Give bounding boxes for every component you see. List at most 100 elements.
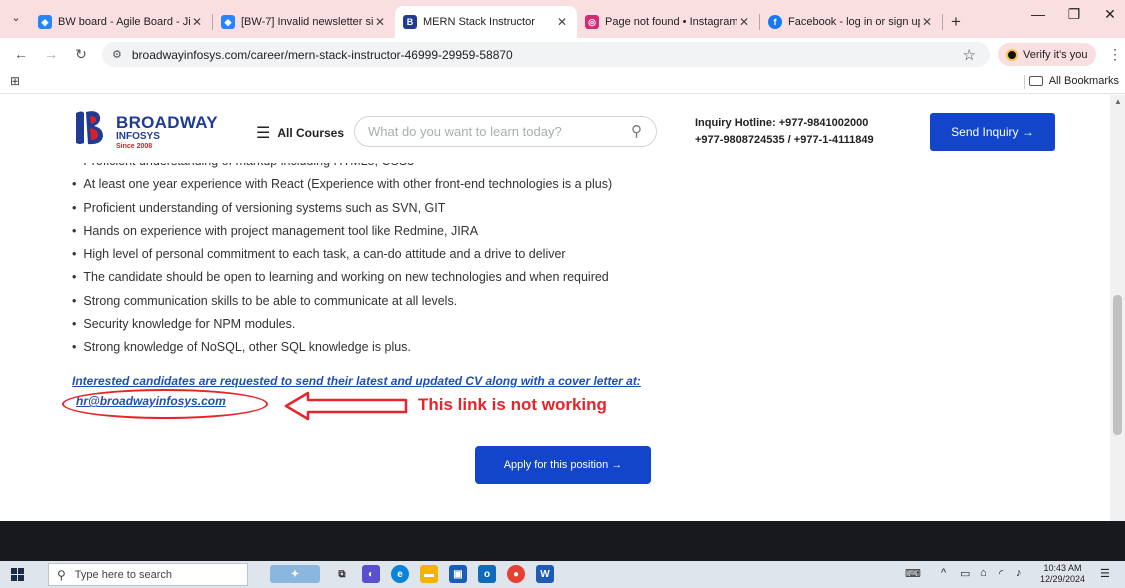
outlook-icon[interactable]: o [478, 565, 496, 583]
logo-line-broadway: BROADWAY [116, 113, 218, 132]
forward-arrow-icon[interactable]: → [40, 46, 62, 62]
back-arrow-icon[interactable]: ← [10, 46, 32, 62]
meet-now-icon[interactable]: ⌂ [980, 567, 987, 579]
close-tab-icon[interactable]: ✕ [555, 15, 569, 29]
broadway-favicon-icon: B [403, 15, 417, 29]
close-window-button[interactable]: ✕ [1092, 6, 1125, 23]
close-tab-icon[interactable]: ✕ [190, 15, 204, 29]
job-description-content: Proficient understanding of markup inclu… [0, 163, 1110, 521]
send-inquiry-button[interactable]: Send Inquiry → [930, 113, 1055, 151]
address-bar[interactable]: ⚙ broadwayinfosys.com/career/mern-stack-… [102, 42, 990, 67]
tab-title: Page not found • Instagram [605, 16, 737, 28]
tab-facebook[interactable]: f Facebook - log in or sign up ✕ [760, 6, 942, 38]
browser-tab-strip: ⌄ ◆ BW board - Agile Board - Jir ✕ ◆ [BW… [0, 0, 1125, 38]
taskbar-search-input[interactable]: ⚲ Type here to search [48, 563, 248, 586]
search-placeholder: What do you want to learn today? [368, 124, 562, 139]
browser-toolbar: ← → ↻ ⚙ broadwayinfosys.com/career/mern-… [0, 38, 1125, 70]
apply-position-button[interactable]: Apply for this position → [475, 446, 651, 484]
apps-grid-icon[interactable]: ⊞ [10, 74, 20, 88]
copilot-icon[interactable]: ◐ [362, 565, 380, 583]
restore-button[interactable]: ❐ [1056, 6, 1092, 23]
tab-title: BW board - Agile Board - Jir [58, 16, 190, 28]
broadway-logo-icon[interactable] [72, 107, 110, 147]
all-bookmarks-button[interactable]: All Bookmarks [1028, 75, 1119, 87]
hotline-line-1: Inquiry Hotline: +977-9841002000 [695, 117, 869, 129]
annotation-text: This link is not working [418, 395, 607, 414]
list-item: High level of personal commitment to eac… [72, 243, 612, 266]
clock-date: 12/29/2024 [1040, 574, 1086, 584]
tab-title: Facebook - log in or sign up [788, 16, 920, 28]
site-info-icon[interactable]: ⚙ [112, 48, 122, 61]
taskbar-search-placeholder: Type here to search [74, 568, 173, 581]
course-search-input[interactable]: What do you want to learn today? ⚲ [354, 116, 657, 147]
tab-mern-stack-instructor[interactable]: B MERN Stack Instructor ✕ [395, 6, 577, 38]
logo-line-since: Since 2008 [116, 143, 153, 150]
bookmarks-bar: ⊞ All Bookmarks [0, 70, 1125, 94]
tab-instagram[interactable]: ◎ Page not found • Instagram ✕ [577, 6, 759, 38]
requirements-list: Proficient understanding of markup inclu… [72, 163, 612, 360]
system-clock[interactable]: 10:43 AM 12/29/2024 [1040, 563, 1085, 585]
new-tab-button[interactable]: + [943, 6, 969, 38]
battery-icon[interactable]: ▭ [960, 567, 970, 580]
all-bookmarks-label: All Bookmarks [1048, 75, 1119, 87]
instagram-icon: ◎ [585, 15, 599, 29]
tab-bw-7[interactable]: ◆ [BW-7] Invalid newsletter sig ✕ [213, 6, 395, 38]
facebook-icon: f [768, 15, 782, 29]
list-item: The candidate should be open to learning… [72, 266, 612, 289]
notifications-icon[interactable]: ☰ [1100, 567, 1110, 580]
list-item: At least one year experience with React … [72, 173, 612, 196]
logo-wordmark[interactable]: BROADWAY INFOSYS Since 2008 [116, 114, 218, 150]
tab-bw-board[interactable]: ◆ BW board - Agile Board - Jir ✕ [30, 6, 212, 38]
verify-label: Verify it's you [1023, 48, 1088, 61]
profile-avatar-icon [1006, 48, 1018, 61]
all-courses-label: All Courses [277, 126, 345, 140]
page-scrollbar[interactable]: ▲ [1110, 95, 1125, 521]
inquiry-hotline: Inquiry Hotline: +977-9841002000 +977-98… [695, 115, 874, 149]
chrome-icon[interactable]: ● [507, 565, 525, 583]
jira-icon: ◆ [38, 15, 52, 29]
all-courses-button[interactable]: ☰ All Courses [256, 123, 344, 143]
close-tab-icon[interactable]: ✕ [920, 15, 934, 29]
cv-submission-note: Interested candidates are requested to s… [72, 374, 641, 388]
site-footer [0, 521, 1125, 561]
file-explorer-icon[interactable]: ▬ [420, 565, 438, 583]
store-icon[interactable]: ▣ [449, 565, 467, 583]
list-item: Proficient understanding of versioning s… [72, 197, 612, 220]
annotation-arrow-icon [284, 391, 408, 421]
scroll-up-arrow-icon[interactable]: ▲ [1114, 97, 1122, 106]
tab-title: MERN Stack Instructor [423, 16, 535, 28]
browser-menu-icon[interactable]: ⋮ [1108, 46, 1122, 63]
close-tab-icon[interactable]: ✕ [737, 15, 751, 29]
clock-time: 10:43 AM [1043, 563, 1082, 573]
keyboard-icon[interactable]: ⌨ [905, 567, 921, 580]
verify-profile-button[interactable]: Verify it's you [998, 43, 1096, 66]
list-item: Strong communication skills to be able t… [72, 290, 612, 313]
search-icon: ⚲ [57, 567, 66, 582]
jira-icon: ◆ [221, 15, 235, 29]
word-icon[interactable]: W [536, 565, 554, 583]
bookmark-star-icon[interactable]: ☆ [963, 46, 976, 64]
hamburger-menu-icon: ☰ [256, 125, 271, 142]
list-item: Security knowledge for NPM modules. [72, 313, 612, 336]
scrollbar-thumb[interactable] [1113, 295, 1122, 435]
site-header: BROADWAY INFOSYS Since 2008 ☰ All Course… [0, 95, 1110, 163]
hotline-line-2: +977-9808724535 / +977-1-4111849 [695, 134, 874, 146]
folder-icon [1028, 76, 1043, 86]
search-icon[interactable]: ⚲ [631, 122, 642, 140]
annotation-oval [62, 389, 268, 419]
windows-start-icon[interactable] [11, 568, 24, 581]
windows-taskbar: ⚲ Type here to search ✦ ⧉ ◐ e ▬ ▣ o ● W … [0, 561, 1125, 588]
list-item: Strong knowledge of NoSQL, other SQL kno… [72, 336, 612, 359]
url-text: broadwayinfosys.com/career/mern-stack-in… [131, 47, 513, 62]
news-widget-icon[interactable]: ✦ [270, 565, 320, 583]
task-view-icon[interactable]: ⧉ [333, 565, 351, 583]
volume-icon[interactable]: ♪ [1016, 567, 1022, 579]
reload-icon[interactable]: ↻ [70, 46, 92, 63]
wifi-icon[interactable]: ◜ [999, 567, 1003, 580]
close-tab-icon[interactable]: ✕ [373, 15, 387, 29]
tab-search-chevron-icon[interactable]: ⌄ [8, 10, 24, 26]
show-hidden-icons[interactable]: ^ [941, 567, 946, 579]
list-item: Proficient understanding of markup inclu… [72, 163, 612, 173]
minimize-button[interactable]: — [1020, 6, 1056, 22]
edge-icon[interactable]: e [391, 565, 409, 583]
